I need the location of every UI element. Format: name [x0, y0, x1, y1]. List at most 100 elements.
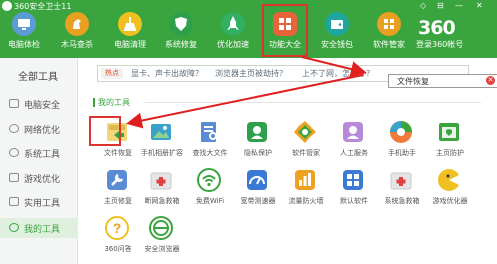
wifi-icon: [197, 168, 221, 192]
first-aid-icon: [149, 168, 173, 192]
sidebar-item-all-tools[interactable]: 全部工具: [0, 64, 78, 84]
software-manager-icon: [293, 120, 317, 144]
globe-icon: [9, 124, 19, 133]
nav-item-trojan-scan[interactable]: 木马查杀: [53, 0, 101, 58]
app-window: 360安全卫士11 ◇ ⊟ — ✕ 电脑体检 木马查杀 电脑清理 系统修复 优化…: [0, 0, 497, 264]
svg-text:?: ?: [113, 220, 122, 236]
top-nav-bar: 360安全卫士11 ◇ ⊟ — ✕ 电脑体检 木马查杀 电脑清理 系统修复 优化…: [0, 0, 497, 58]
tool-system-first-aid[interactable]: 系统急救箱: [377, 168, 427, 218]
active-nav-highlight: [262, 4, 308, 57]
nav-label: 系统修复: [165, 40, 197, 49]
sidebar-item-label: 全部工具: [18, 72, 58, 83]
tool-game-optimizer[interactable]: 游戏优化器: [425, 168, 475, 218]
tool-phone-assistant[interactable]: 手机助手: [377, 120, 427, 170]
tool-software-manager[interactable]: 软件管家: [281, 120, 331, 170]
tool-label: 主页防护: [436, 149, 464, 157]
sidebar-item-label: 系统工具: [24, 150, 61, 160]
nav-label: 优化加速: [217, 40, 249, 49]
tool-speed-test[interactable]: 宽带测速器: [233, 168, 283, 218]
sidebar-item-label: 网络优化: [24, 126, 61, 136]
menu-icon[interactable]: ⊟: [437, 2, 444, 10]
sidebar-item-pc-security[interactable]: 电脑安全: [0, 94, 78, 114]
heart-icon: [9, 223, 19, 232]
tool-support[interactable]: 人工服务: [329, 120, 379, 170]
browser-icon: [149, 216, 173, 240]
tool-360-qa[interactable]: ? 360问答: [93, 216, 143, 264]
nav-item-cleanup[interactable]: 电脑清理: [106, 0, 154, 58]
sidebar-item-label: 游戏优化: [24, 175, 61, 185]
tool-homepage-protect[interactable]: 主页防护: [425, 120, 475, 170]
gamepad-icon: [9, 173, 19, 182]
system-first-aid-icon: [389, 168, 413, 192]
sidebar-item-system-tools[interactable]: 系统工具: [0, 143, 78, 163]
horse-icon: [65, 12, 89, 36]
hot-link[interactable]: 显卡、声卡出故障？: [131, 68, 203, 79]
nav-item-wallet[interactable]: 安全钱包: [313, 0, 361, 58]
tool-homepage-repair[interactable]: 主页修复: [93, 168, 143, 218]
section-title: 我的工具: [98, 98, 130, 107]
login-link[interactable]: 登录360帐号: [416, 39, 463, 50]
clear-search-icon[interactable]: ✕: [486, 76, 495, 85]
brand-logo: 360: [418, 17, 456, 39]
sidebar-item-my-tools[interactable]: 我的工具: [0, 218, 78, 238]
wrench-icon: [105, 168, 129, 192]
hot-tag: 热点: [101, 68, 123, 79]
nav-label: 软件管家: [373, 40, 405, 49]
sidebar-item-utilities[interactable]: 实用工具: [0, 192, 78, 212]
tool-network-first-aid[interactable]: 断网急救箱: [137, 168, 187, 218]
search-input[interactable]: [397, 75, 485, 87]
question-icon: ?: [105, 216, 129, 240]
tool-label: 安全浏览器: [144, 245, 180, 253]
sidebar-item-game[interactable]: 游戏优化: [0, 168, 78, 188]
game-optimizer-icon: [437, 168, 461, 192]
tool-free-wifi[interactable]: 免费WiFi: [185, 168, 235, 218]
monitor-icon: [9, 99, 19, 108]
photo-icon: [149, 120, 173, 144]
support-icon: [341, 120, 365, 144]
nav-item-system-repair[interactable]: 系统修复: [157, 0, 205, 58]
phone-assistant-icon: [389, 120, 413, 144]
broom-icon: [118, 12, 142, 36]
find-file-icon: [197, 120, 221, 144]
nav-label: 安全钱包: [321, 40, 353, 49]
homepage-protect-icon: [437, 120, 461, 144]
main-content: 热点 显卡、声卡出故障？ 浏览器主页被劫持？ 上不了网，怎么办？ ✕ 我的工具 …: [79, 58, 497, 264]
nav-label: 木马查杀: [61, 40, 93, 49]
divider: [145, 102, 481, 103]
speedometer-icon: [245, 168, 269, 192]
sidebar-item-network[interactable]: 网络优化: [0, 119, 78, 139]
rocket-icon: [221, 12, 245, 36]
tool-find-large-file[interactable]: 查找大文件: [185, 120, 235, 170]
tool-label: 游戏优化器: [432, 197, 468, 205]
section-marker: [93, 98, 95, 107]
sidebar-item-label: 我的工具: [24, 225, 61, 235]
monitor-icon: [12, 12, 36, 36]
toolbox-icon: [9, 197, 19, 206]
apps-icon: [377, 12, 401, 36]
hot-link[interactable]: 上不了网，怎么办？: [302, 68, 374, 79]
tool-privacy[interactable]: 隐私保护: [233, 120, 283, 170]
shield-icon: [169, 12, 193, 36]
search-box[interactable]: ✕: [388, 74, 497, 88]
skin-icon[interactable]: ◇: [420, 2, 426, 10]
tool-traffic-firewall[interactable]: 流量防火墙: [281, 168, 331, 218]
sidebar: 全部工具 电脑安全 网络优化 系统工具 游戏优化 实用工具 我的工具: [0, 58, 78, 264]
nav-label: 电脑体检: [8, 40, 40, 49]
nav-item-pc-checkup[interactable]: 电脑体检: [0, 0, 48, 58]
tool-highlight-box: [89, 116, 121, 146]
hot-link[interactable]: 浏览器主页被劫持？: [215, 68, 287, 79]
sidebar-item-label: 实用工具: [24, 199, 61, 209]
gear-icon: [9, 148, 19, 157]
tool-secure-browser[interactable]: 安全浏览器: [137, 216, 187, 264]
firewall-icon: [293, 168, 317, 192]
tool-default-software[interactable]: 默认软件: [329, 168, 379, 218]
wallet-icon: [325, 12, 349, 36]
close-icon[interactable]: ✕: [476, 2, 483, 10]
tool-photo-expand[interactable]: 手机相册扩容: [137, 120, 187, 170]
nav-item-software-manager[interactable]: 软件管家: [365, 0, 413, 58]
minimize-icon[interactable]: —: [455, 2, 463, 10]
hot-topics-bar: 热点 显卡、声卡出故障？ 浏览器主页被劫持？ 上不了网，怎么办？ ✕: [97, 65, 497, 88]
nav-item-speedup[interactable]: 优化加速: [209, 0, 257, 58]
sidebar-item-label: 电脑安全: [24, 101, 61, 111]
privacy-icon: [245, 120, 269, 144]
